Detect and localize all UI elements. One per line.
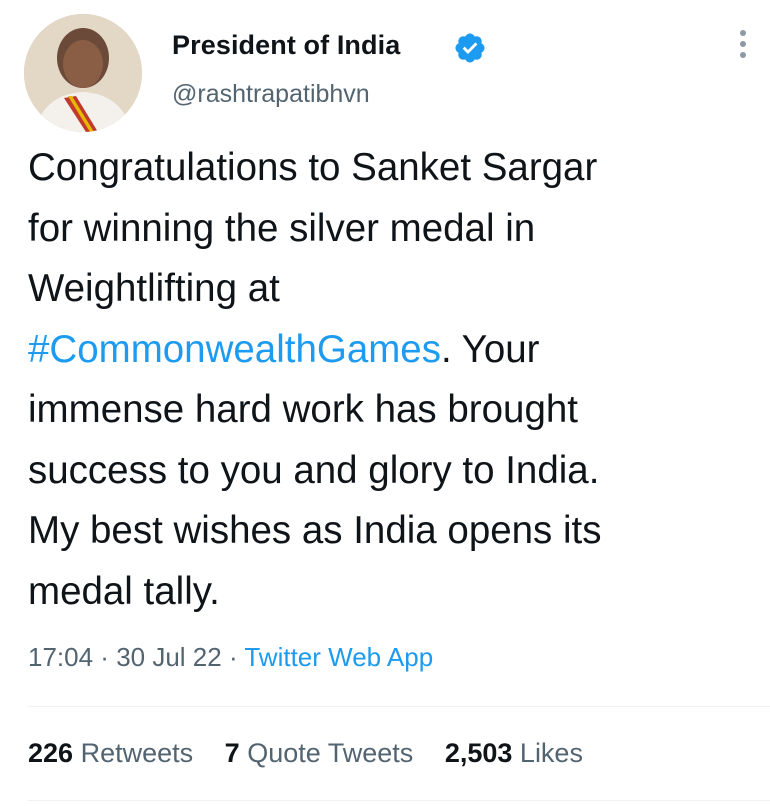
retweets-label: Retweets <box>80 738 194 768</box>
hashtag-link[interactable]: #CommonwealthGames <box>28 328 441 371</box>
tweet-text-line: Weightlifting at <box>28 267 280 310</box>
tweet-text: Congratulations to Sanket Sargar for win… <box>28 138 763 622</box>
tweet-text-line: Congratulations to Sanket Sargar <box>28 146 598 189</box>
tweet-text-line: medal tally. <box>28 569 220 613</box>
tweet-metadata: 17:04 · 30 Jul 22 · Twitter Web App <box>28 642 433 673</box>
engagement-stats: 226 Retweets 7 Quote Tweets 2,503 Likes <box>28 738 607 769</box>
verified-badge-icon <box>453 31 487 65</box>
tweet-text-fragment: . Your <box>440 327 540 371</box>
tweet-text-line: success to you and glory to India. <box>28 448 600 492</box>
tweet-text-line: immense hard work has brought <box>28 388 578 431</box>
tweet-time[interactable]: 17:04 <box>28 642 93 672</box>
tweet-text-line: #CommonwealthGames. Your <box>28 320 763 381</box>
quote-tweets-count: 7 <box>224 738 240 768</box>
retweets-stat[interactable]: 226 Retweets <box>28 738 193 768</box>
likes-count: 2,503 <box>444 738 513 768</box>
likes-label: Likes <box>519 738 583 768</box>
avatar-portrait-icon <box>24 14 142 132</box>
avatar[interactable] <box>24 14 142 132</box>
tweet-date[interactable]: 30 Jul 22 <box>116 642 222 672</box>
divider <box>28 800 770 801</box>
author-display-name[interactable]: President of India <box>172 30 400 61</box>
divider <box>28 706 770 707</box>
likes-stat[interactable]: 2,503 Likes <box>445 738 583 768</box>
retweets-count: 226 <box>28 738 74 768</box>
tweet-header: President of India @rashtrapatibhvn <box>0 0 770 132</box>
author-handle[interactable]: @rashtrapatibhvn <box>172 80 370 109</box>
quote-tweets-stat[interactable]: 7 Quote Tweets <box>225 738 414 768</box>
tweet-text-line: for winning the silver medal in <box>28 206 536 250</box>
more-options-icon[interactable] <box>735 30 751 66</box>
meta-separator: · <box>221 642 245 672</box>
meta-separator: · <box>93 642 117 672</box>
tweet-text-line: My best wishes as India opens its <box>28 509 602 552</box>
tweet-source-link[interactable]: Twitter Web App <box>244 642 433 672</box>
quote-tweets-label: Quote Tweets <box>247 738 414 768</box>
